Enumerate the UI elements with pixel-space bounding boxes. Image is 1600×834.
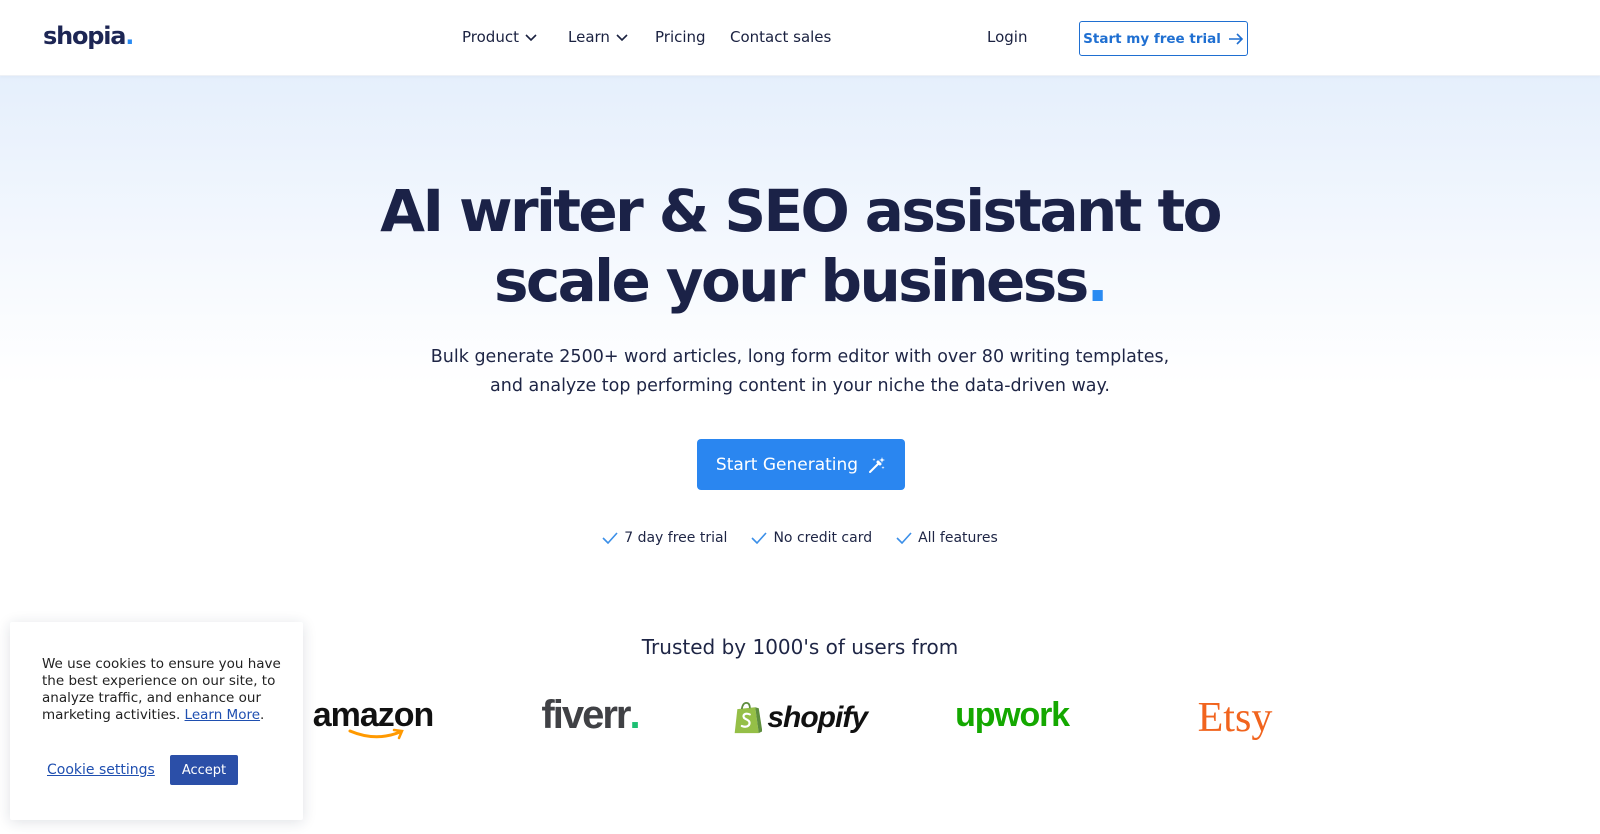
- nav-product-label: Product: [462, 28, 519, 46]
- nav-product[interactable]: Product: [462, 28, 538, 46]
- amazon-smile-icon: [348, 728, 404, 740]
- login-link[interactable]: Login: [987, 28, 1027, 46]
- hero-title-line2-wrap: scale your business.: [0, 246, 1600, 316]
- fiverr-dot: .: [629, 692, 640, 737]
- start-free-trial-button[interactable]: Start my free trial: [1079, 21, 1248, 56]
- hero-title: AI writer & SEO assistant to scale your …: [0, 176, 1600, 316]
- nav-learn[interactable]: Learn: [568, 28, 629, 46]
- nav-contact-label: Contact sales: [730, 28, 832, 46]
- trial-button-label: Start my free trial: [1083, 30, 1221, 47]
- fiverr-wordmark: fiverr: [541, 692, 631, 737]
- hero-subtitle: Bulk generate 2500+ word articles, long …: [0, 343, 1600, 401]
- checkmark-icon: [896, 532, 912, 544]
- nav-pricing[interactable]: Pricing: [655, 28, 706, 46]
- etsy-wordmark: Etsy: [1197, 695, 1273, 741]
- upwork-wordmark: upwork: [955, 695, 1070, 734]
- feature-checks: 7 day free trial No credit card All feat…: [0, 530, 1600, 546]
- start-generating-button[interactable]: Start Generating: [697, 439, 905, 490]
- accept-cookies-button[interactable]: Accept: [170, 755, 238, 785]
- checkmark-icon: [602, 532, 618, 544]
- check-label-no-credit-card: No credit card: [773, 530, 873, 546]
- etsy-logo: Etsy: [1180, 690, 1290, 746]
- amazon-wordmark: amazon: [312, 696, 435, 734]
- site-header: shopia. Product Learn Pricing Contact sa…: [0, 0, 1600, 76]
- check-label-all-features: All features: [918, 530, 998, 546]
- shopify-logo: shopify: [732, 690, 868, 746]
- nav-pricing-label: Pricing: [655, 28, 706, 46]
- nav-contact-sales[interactable]: Contact sales: [730, 28, 831, 46]
- hero-title-dot: .: [1086, 247, 1109, 315]
- shopia-logo[interactable]: shopia.: [43, 22, 134, 50]
- cookie-consent-popup: We use cookies to ensure you have the be…: [10, 622, 303, 820]
- chevron-down-icon: [525, 34, 537, 42]
- hero-subtitle-line1: Bulk generate 2500+ word articles, long …: [430, 347, 1170, 367]
- logo-text: shopia: [43, 22, 126, 50]
- fiverr-logo: fiverr.: [530, 690, 650, 740]
- cta-label: Start Generating: [715, 454, 859, 475]
- logo-dot: .: [125, 22, 134, 50]
- magic-wand-icon: [869, 456, 886, 473]
- cookie-message: We use cookies to ensure you have the be…: [42, 656, 282, 724]
- chevron-down-icon: [616, 34, 628, 42]
- cookie-settings-link[interactable]: Cookie settings: [47, 762, 155, 778]
- upwork-logo: upwork: [947, 690, 1077, 740]
- check-item: All features: [896, 530, 998, 546]
- amazon-logo: amazon: [308, 690, 438, 750]
- hero-subtitle-line2: and analyze top performing content in yo…: [490, 376, 1110, 396]
- hero-title-line2: scale your business: [493, 247, 1089, 315]
- shopify-bag-icon: [734, 701, 763, 734]
- nav-learn-label: Learn: [568, 28, 610, 46]
- hero-title-line1: AI writer & SEO assistant to: [380, 177, 1222, 245]
- check-item: No credit card: [751, 530, 872, 546]
- checkmark-icon: [751, 532, 768, 544]
- shopify-wordmark: shopify: [767, 701, 868, 734]
- learn-more-link[interactable]: Learn More: [185, 707, 261, 723]
- cookie-period: .: [260, 707, 265, 723]
- check-item: 7 day free trial: [602, 530, 727, 546]
- check-label-free-trial: 7 day free trial: [624, 530, 728, 546]
- arrow-right-icon: [1228, 32, 1243, 45]
